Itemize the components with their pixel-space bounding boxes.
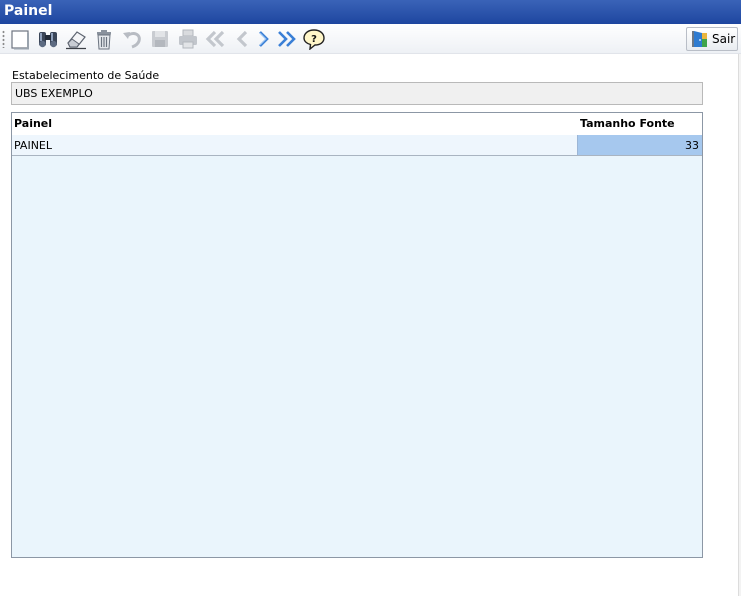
help-icon: ? xyxy=(303,29,325,50)
last-record-icon xyxy=(278,31,296,47)
painel-grid[interactable]: Painel Tamanho Fonte PAINEL 33 xyxy=(11,112,703,558)
cell-painel[interactable]: PAINEL xyxy=(12,135,577,155)
binoculars-search-icon xyxy=(39,32,57,48)
new-button[interactable] xyxy=(8,27,32,51)
new-document-icon xyxy=(11,30,29,50)
save-button[interactable] xyxy=(148,27,172,51)
next-record-icon xyxy=(259,31,269,47)
print-button[interactable] xyxy=(176,27,200,51)
previous-record-icon xyxy=(236,30,248,48)
window-title: Painel xyxy=(4,3,53,19)
estabelecimento-value: UBS EXEMPLO xyxy=(15,87,93,100)
column-header-tamanho-fonte[interactable]: Tamanho Fonte xyxy=(580,117,675,130)
clear-button[interactable] xyxy=(64,27,88,51)
previous-record-button[interactable] xyxy=(230,27,254,51)
eraser-icon xyxy=(66,31,86,50)
estabelecimento-label: Estabelecimento de Saúde xyxy=(12,69,160,82)
delete-button[interactable] xyxy=(92,27,116,51)
undo-icon xyxy=(123,32,141,49)
exit-door-icon xyxy=(692,31,707,47)
column-header-painel[interactable]: Painel xyxy=(14,117,52,130)
search-button[interactable] xyxy=(36,27,60,51)
grid-header: Painel Tamanho Fonte xyxy=(12,113,702,136)
undo-button[interactable] xyxy=(120,27,144,51)
print-icon xyxy=(179,29,197,49)
first-record-button[interactable] xyxy=(204,27,228,51)
help-button[interactable]: ? xyxy=(302,27,326,51)
next-record-button[interactable] xyxy=(252,27,276,51)
exit-button[interactable]: Sair xyxy=(686,27,738,51)
trash-icon xyxy=(97,30,111,50)
save-icon xyxy=(152,31,168,47)
estabelecimento-field[interactable]: UBS EXEMPLO xyxy=(11,82,703,105)
last-record-button[interactable] xyxy=(274,27,298,51)
exit-button-label: Sair xyxy=(712,32,736,46)
table-row[interactable]: PAINEL 33 xyxy=(12,135,702,156)
window-titlebar: Painel xyxy=(0,0,741,24)
cell-tamanho-fonte[interactable]: 33 xyxy=(577,135,702,155)
toolbar-grip[interactable] xyxy=(2,30,5,48)
toolbar: ? Sair xyxy=(0,24,741,54)
first-record-icon xyxy=(205,30,225,48)
svg-text:?: ? xyxy=(311,34,317,45)
